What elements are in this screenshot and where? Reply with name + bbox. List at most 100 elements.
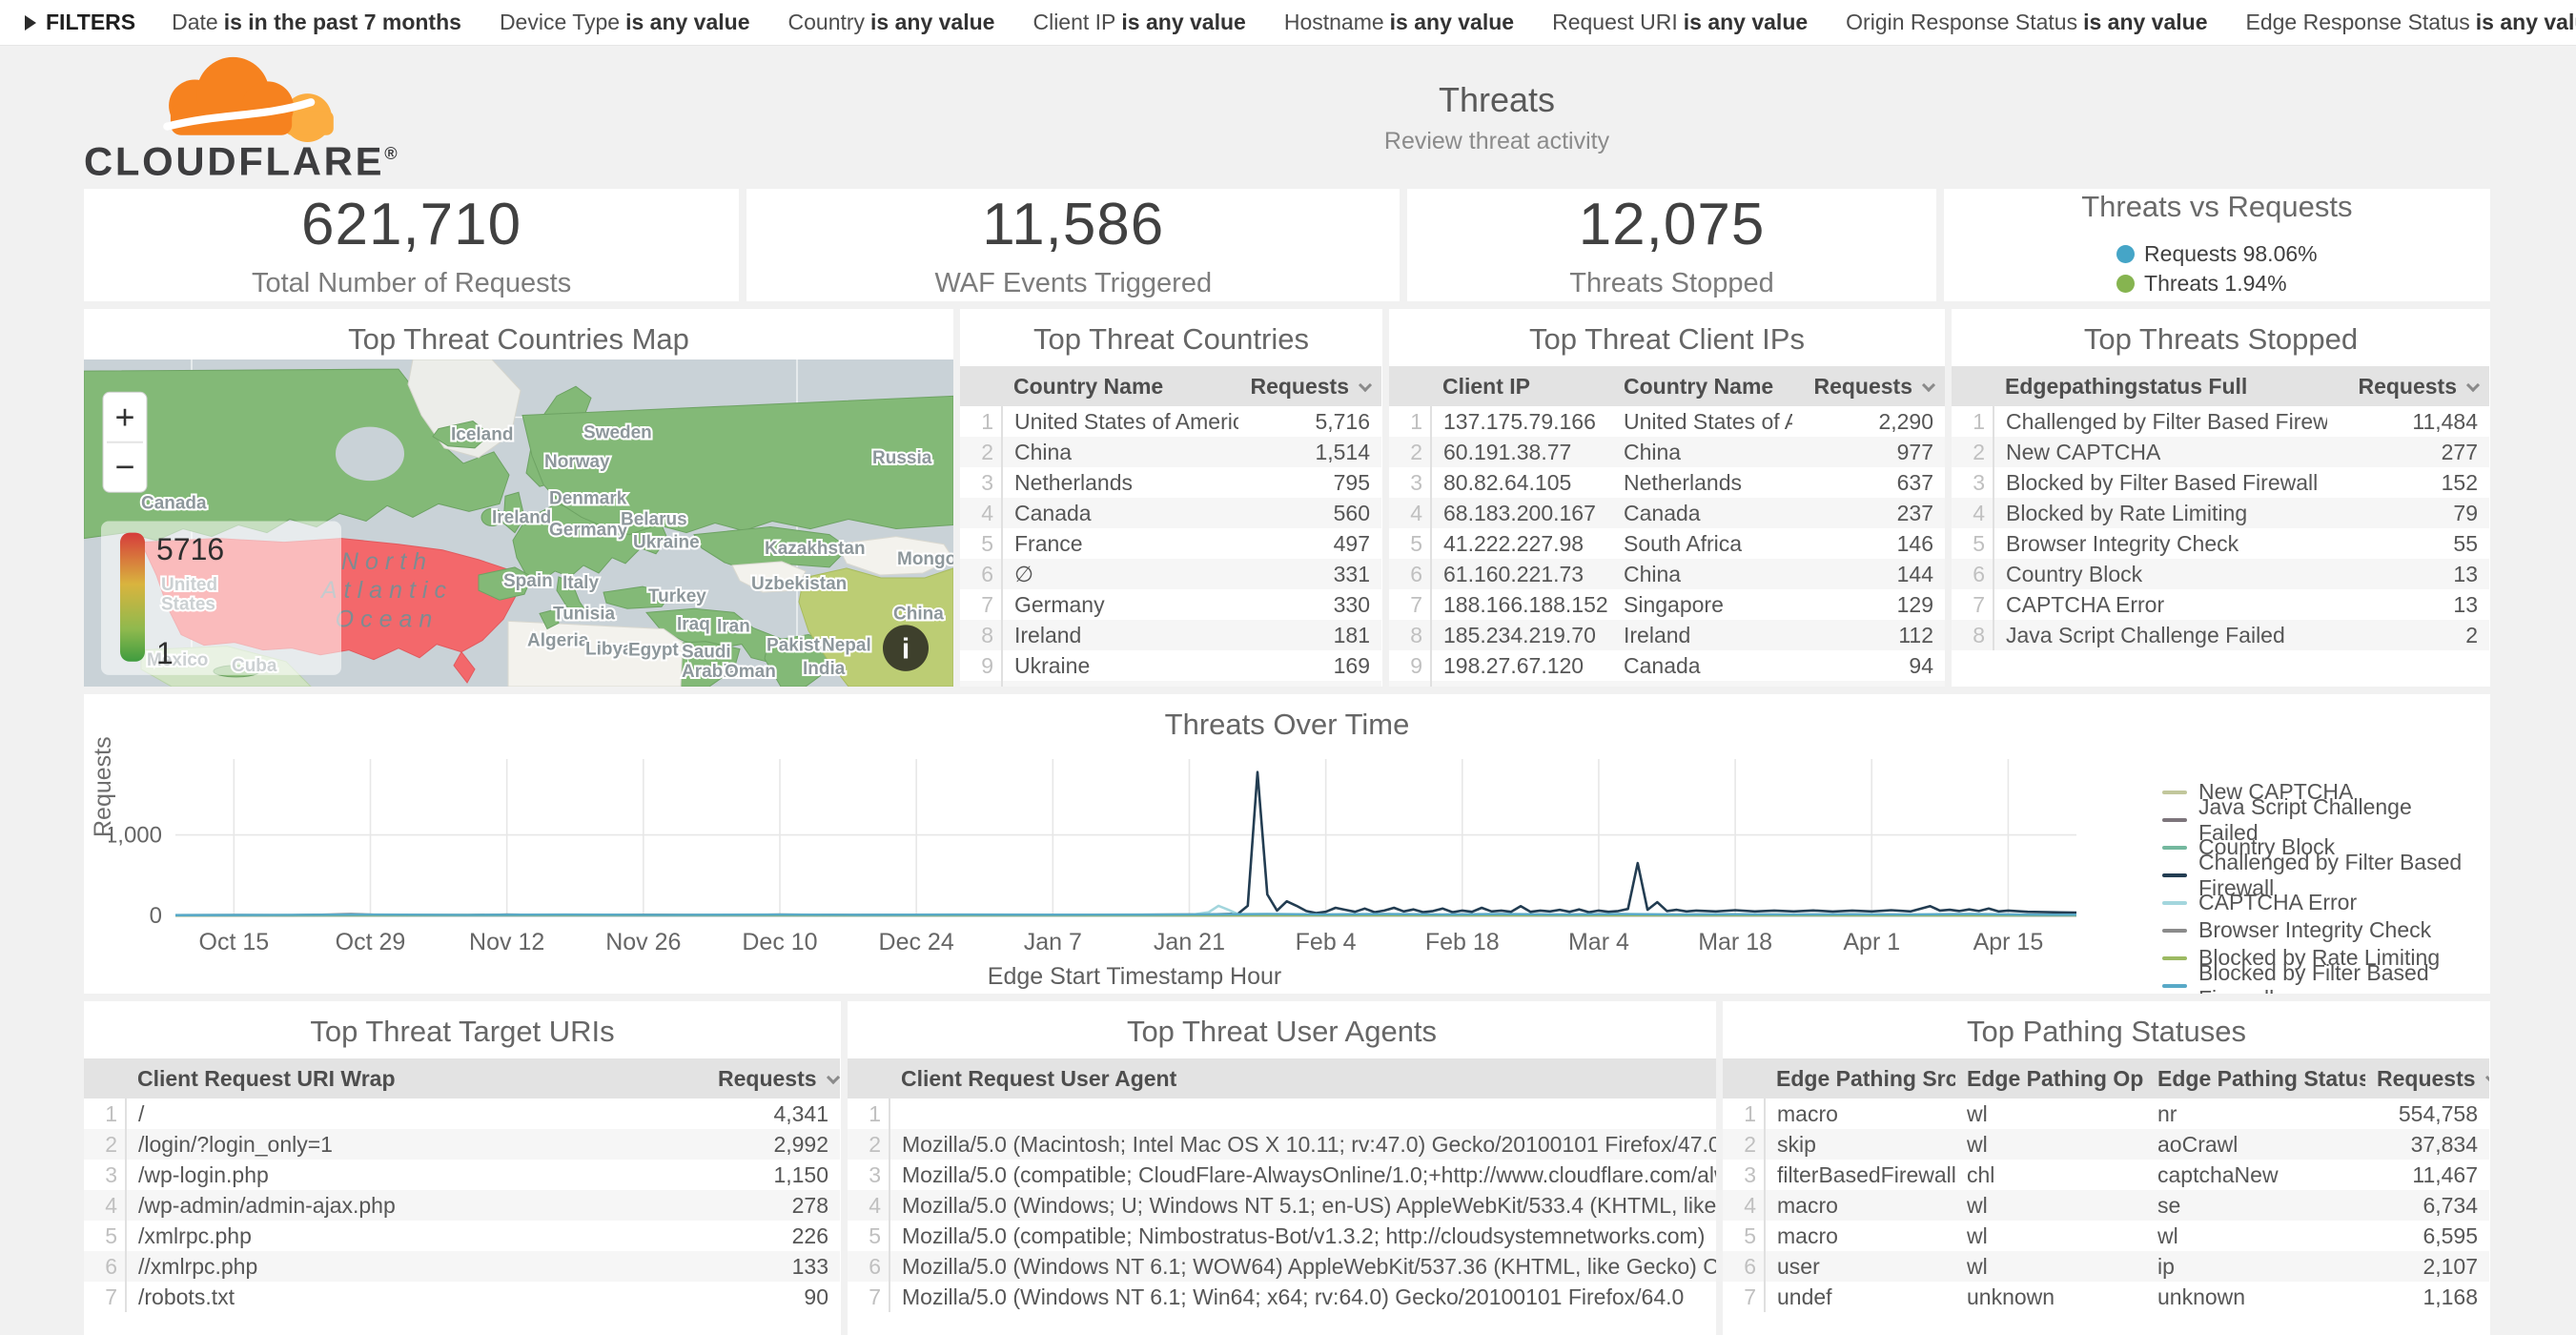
column-header[interactable]: Requests xyxy=(1792,366,1945,406)
column-header[interactable]: Requests xyxy=(2365,1058,2489,1099)
row-number-header xyxy=(960,366,1002,406)
table-cell: Mozilla/5.0 (Windows NT 6.1; Win64; x64;… xyxy=(889,1282,1716,1312)
row-number: 8 xyxy=(1389,620,1431,650)
row-number: 2 xyxy=(1723,1129,1765,1160)
table-cell: 2,992 xyxy=(706,1129,840,1160)
table-cell: / xyxy=(126,1099,706,1129)
row-number: 6 xyxy=(960,559,1002,589)
filter-bar: FILTERS Dateis in the past 7 months Devic… xyxy=(0,0,2576,46)
legend-line-icon xyxy=(2162,929,2187,933)
row-number: 3 xyxy=(1723,1160,1765,1190)
cloudflare-logo-svg: CLOUDFLARE® xyxy=(84,55,465,181)
table-cell: Singapore xyxy=(1002,681,1238,687)
column-header: Country Name xyxy=(1612,366,1792,406)
column-header[interactable]: Requests xyxy=(2327,366,2489,406)
filter-item[interactable]: Request URIis any value xyxy=(1552,10,1808,35)
table-cell: China xyxy=(1612,437,1792,467)
table-cell: macro xyxy=(1765,1099,1955,1129)
table-cell: South Africa xyxy=(1612,528,1792,559)
table-row: 6∅331 xyxy=(960,559,1381,589)
filter-item[interactable]: Dateis in the past 7 months xyxy=(172,10,461,35)
table-cell: aoCrawl xyxy=(2146,1129,2365,1160)
legend-item: Threats 1.94% xyxy=(2116,271,2318,297)
table-row: 4Blocked by Rate Limiting79 xyxy=(1952,498,2489,528)
row-number: 5 xyxy=(1952,528,1993,559)
table-cell xyxy=(889,1099,1716,1129)
row-number: 3 xyxy=(1389,467,1431,498)
cloud-icon xyxy=(153,56,353,143)
panel-title: Top Threat User Agents xyxy=(848,1001,1716,1058)
table-row: 9198.27.67.120Canada94 xyxy=(1389,650,1945,681)
table-cell: 185.234.219.70 xyxy=(1431,620,1612,650)
row-number: 4 xyxy=(848,1190,889,1221)
x-tick-label: Dec 10 xyxy=(742,929,817,955)
legend-label: Threats 1.94% xyxy=(2144,271,2287,297)
filter-item[interactable]: Edge Response Statusis any value xyxy=(2246,10,2576,35)
top-threats-stopped-panel: Top Threats Stopped Edgepathingstatus Fu… xyxy=(1952,309,2490,687)
table-cell: unknown xyxy=(2146,1282,2365,1312)
map-info-icon[interactable]: i xyxy=(883,625,929,670)
table-cell: wl xyxy=(2146,1221,2365,1251)
column-header[interactable]: Requests xyxy=(1238,366,1381,406)
legend-line-icon xyxy=(2162,818,2187,822)
table-cell: 169 xyxy=(1238,650,1381,681)
table-row: 8Java Script Challenge Failed2 xyxy=(1952,620,2489,650)
row-number: 4 xyxy=(1952,498,1993,528)
legend-dot-icon xyxy=(2116,275,2135,293)
filter-item[interactable]: Origin Response Statusis any value xyxy=(1846,10,2207,35)
filter-item[interactable]: Countryis any value xyxy=(788,10,995,35)
chart-legend-item[interactable]: Browser Integrity Check xyxy=(2162,916,2477,944)
row-number-header xyxy=(84,1058,126,1099)
row-number: 1 xyxy=(848,1099,889,1129)
column-header: Edge Pathing Status xyxy=(2146,1058,2365,1099)
table-cell: 158 xyxy=(1238,681,1381,687)
table-cell: 89 xyxy=(1792,681,1945,687)
row-number-header xyxy=(1389,366,1431,406)
kpi-label: WAF Events Triggered xyxy=(934,268,1212,299)
threats-vs-requests-legend: Requests 98.06% Threats 1.94% xyxy=(2116,237,2318,300)
row-number: 2 xyxy=(1952,437,1993,467)
table-cell: 60.191.38.77 xyxy=(1431,437,1612,467)
world-map[interactable]: CanadaUnitedStatesMexicoCubaIcelandIrela… xyxy=(84,359,953,687)
table-cell: 330 xyxy=(1238,589,1381,620)
map-panel: Top Threat Countries Map xyxy=(84,309,953,687)
x-tick-label: Feb 18 xyxy=(1425,929,1500,955)
table-cell: 331 xyxy=(1238,559,1381,589)
filter-item[interactable]: Device Typeis any value xyxy=(500,10,750,35)
table-cell: Singapore xyxy=(1612,589,1792,620)
table-cell: Canada xyxy=(1002,498,1238,528)
chart-legend: New CAPTCHA Java Script Challenge Failed… xyxy=(2162,778,2477,994)
row-number: 3 xyxy=(960,467,1002,498)
row-number: 10 xyxy=(1389,681,1431,687)
chart-legend-item[interactable]: Blocked by Filter Based Firewall xyxy=(2162,972,2477,994)
table-cell: undef xyxy=(1765,1282,1955,1312)
filter-item[interactable]: Client IPis any value xyxy=(1032,10,1245,35)
map-label: Germany xyxy=(549,521,628,541)
threats-vs-requests-card: Threats vs Requests Requests 98.06% Thre… xyxy=(1944,189,2490,301)
table-cell: 112 xyxy=(1792,620,1945,650)
map-zoom-control[interactable]: + − xyxy=(103,392,147,492)
table-cell: 977 xyxy=(1792,437,1945,467)
table-cell: United States of America xyxy=(1002,406,1238,437)
column-header: Client IP xyxy=(1431,366,1612,406)
chart-legend-item[interactable]: Java Script Challenge Failed xyxy=(2162,806,2477,833)
table-cell: CAPTCHA Error xyxy=(1993,589,2327,620)
table-cell: unknown xyxy=(1955,1282,2146,1312)
filters-toggle[interactable]: FILTERS xyxy=(25,10,135,35)
chart-legend-item[interactable]: Challenged by Filter Based Firewall xyxy=(2162,861,2477,889)
row-number: 7 xyxy=(848,1282,889,1312)
table-row: 3/wp-login.php1,150 xyxy=(84,1160,840,1190)
table-cell: 90 xyxy=(706,1282,840,1312)
map-label: Egypt xyxy=(628,641,679,661)
row-number-header xyxy=(848,1058,889,1099)
kpi-row: 621,710 Total Number of Requests 11,586 … xyxy=(84,189,2490,301)
table-cell: Java Script Challenge Failed xyxy=(1993,620,2327,650)
table-row: 380.82.64.105Netherlands637 xyxy=(1389,467,1945,498)
zoom-in-button: + xyxy=(114,397,134,436)
table-row: 7/robots.txt90 xyxy=(84,1282,840,1312)
row-number: 3 xyxy=(848,1160,889,1190)
filter-item[interactable]: Hostnameis any value xyxy=(1284,10,1514,35)
row-number: 1 xyxy=(1952,406,1993,437)
column-header[interactable]: Requests xyxy=(706,1058,840,1099)
x-tick-label: Oct 15 xyxy=(199,929,270,955)
